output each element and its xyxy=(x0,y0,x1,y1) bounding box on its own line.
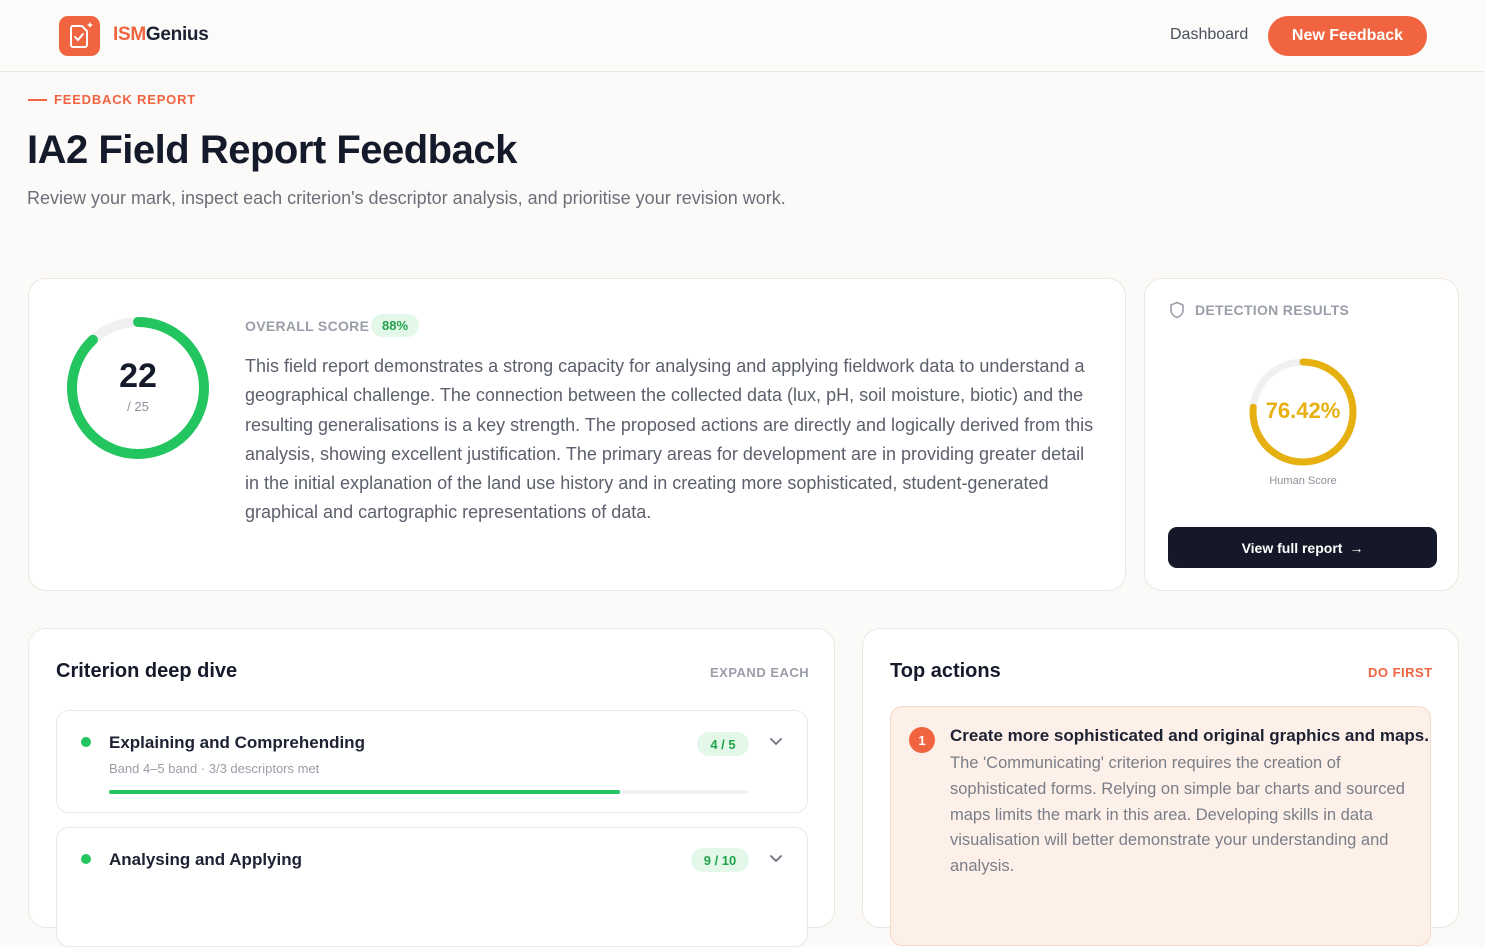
chevron-down-icon[interactable] xyxy=(769,854,783,864)
expand-each-button[interactable]: EXPAND EACH xyxy=(710,665,809,680)
brand-prefix: ISM xyxy=(113,24,146,45)
criterion-meta: Band 4–5 band · 3/3 descriptors met xyxy=(109,761,320,776)
top-actions-title: Top actions xyxy=(890,660,1001,682)
brand-suffix: Genius xyxy=(145,24,209,45)
criterion-progress-fill xyxy=(109,790,621,794)
score-value: 22 xyxy=(119,357,157,395)
new-feedback-button[interactable]: New Feedback xyxy=(1268,16,1427,56)
detection-label: DETECTION RESULTS xyxy=(1195,302,1350,318)
action-number-badge: 1 xyxy=(909,727,935,753)
eyebrow-dash xyxy=(28,98,47,101)
eyebrow: FEEDBACK REPORT xyxy=(28,92,196,107)
overall-score-card: 22 / 25 OVERALL SCORE 88% This field rep… xyxy=(28,278,1126,591)
logo-icon[interactable] xyxy=(59,16,100,56)
status-dot xyxy=(81,854,91,864)
criterion-progress-bar xyxy=(109,790,748,794)
criterion-title: Criterion deep dive xyxy=(56,660,238,682)
detection-caption: Human Score xyxy=(1269,475,1337,487)
arrow-right-icon: → xyxy=(1349,539,1364,556)
criterion-score-badge: 4 / 5 xyxy=(697,732,749,756)
page-title: IA2 Field Report Feedback xyxy=(27,128,517,172)
criterion-score-badge: 9 / 10 xyxy=(691,848,749,872)
view-full-report-label: View full report xyxy=(1241,539,1343,556)
action-text: The 'Communicating' criterion requires t… xyxy=(950,754,1405,876)
top-navbar: ISMGenius Dashboard New Feedback xyxy=(0,0,1485,72)
overall-percent-badge: 88% xyxy=(371,314,419,337)
criterion-item[interactable]: Explaining and Comprehending Band 4–5 ba… xyxy=(56,710,808,813)
action-item[interactable]: 1 Create more sophisticated and original… xyxy=(890,706,1431,946)
detection-header: DETECTION RESULTS xyxy=(1169,301,1349,319)
overall-score-label: OVERALL SCORE xyxy=(245,318,370,334)
view-full-report-button[interactable]: View full report → xyxy=(1168,527,1437,568)
action-title: Create more sophisticated and original g… xyxy=(950,726,1429,745)
criterion-name: Analysing and Applying xyxy=(109,850,302,869)
page-subtitle: Review your mark, inspect each criterion… xyxy=(27,188,786,208)
eyebrow-label: FEEDBACK REPORT xyxy=(54,92,197,107)
nav-dashboard-link[interactable]: Dashboard xyxy=(1170,26,1248,44)
score-denominator: / 25 xyxy=(127,399,149,414)
criterion-name: Explaining and Comprehending xyxy=(109,733,365,752)
top-actions-card: Top actions DO FIRST 1 Create more sophi… xyxy=(862,628,1459,946)
detection-value: 76.42% xyxy=(1265,398,1341,423)
shield-icon xyxy=(1170,301,1184,319)
brand-name[interactable]: ISMGenius xyxy=(113,24,209,46)
do-first-tag: DO FIRST xyxy=(1368,665,1433,680)
criterion-card: Criterion deep dive EXPAND EACH Explaini… xyxy=(28,628,835,947)
criterion-item[interactable]: Analysing and Applying 9 / 10 xyxy=(56,827,808,947)
overall-summary: This field report demonstrates a strong … xyxy=(245,356,1094,523)
status-dot xyxy=(81,737,91,747)
detection-card: DETECTION RESULTS 76.42% Human Score Vie… xyxy=(1144,278,1459,591)
chevron-down-icon[interactable] xyxy=(769,737,783,747)
